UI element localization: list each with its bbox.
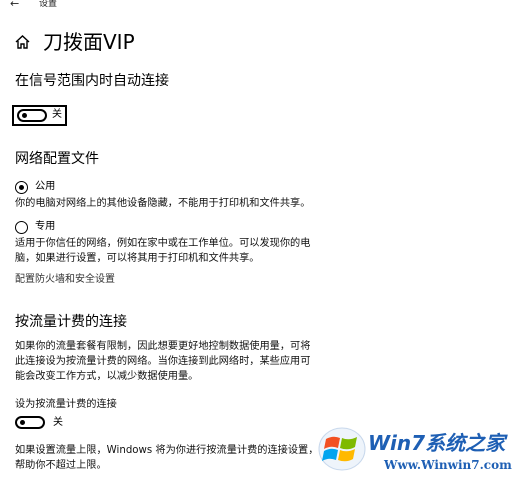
watermark-brand: Win7系统之家 xyxy=(368,431,506,455)
auto-connect-heading: 在信号范围内时自动连接 xyxy=(15,73,169,89)
private-description-line1: 适用于你信任的网络，例如在家中或在工作单位。可以发现你的电 xyxy=(15,238,311,249)
radio-public-label[interactable]: 公用 xyxy=(35,180,55,194)
watermark-url: Www.Winwin7.com xyxy=(384,458,512,472)
auto-connect-toggle[interactable] xyxy=(17,109,47,122)
metered-toggle-heading: 设为按流量计费的连接 xyxy=(15,399,117,410)
back-arrow-icon[interactable]: ← xyxy=(10,0,19,10)
radio-public-dot xyxy=(18,184,24,190)
public-description: 你的电脑对网络上的其他设备隐藏，不能用于打印机和文件共享。 xyxy=(15,198,311,209)
metered-heading: 按流量计费的连接 xyxy=(15,314,127,330)
toggle-knob xyxy=(22,113,27,118)
watermark: Win7系统之家 Www.Winwin7.com xyxy=(318,425,514,478)
windows-logo-icon xyxy=(318,427,366,471)
metered-toggle-label: 关 xyxy=(53,417,63,428)
auto-connect-toggle-focus[interactable]: 关 xyxy=(12,105,67,126)
auto-connect-toggle-label: 关 xyxy=(52,109,62,120)
radio-public[interactable] xyxy=(15,181,28,194)
home-icon[interactable] xyxy=(15,35,30,49)
page-title: 刀拨面VIP xyxy=(43,30,135,54)
metered-description-line1: 如果你的流量套餐有限制，因此想要更好地控制数据使用量，可将 xyxy=(15,341,311,352)
metered-toggle[interactable] xyxy=(15,416,45,429)
metered-description-line3: 能会改变工作方式，以减少数据使用量。 xyxy=(15,371,199,382)
limit-description-line2: 帮助你不超过上限。 xyxy=(15,460,107,471)
limit-description-line1: 如果设置流量上限，Windows 将为你进行按流量计费的连接设置， xyxy=(15,445,319,456)
toggle-knob xyxy=(20,420,25,425)
app-title: 设置 xyxy=(39,0,58,9)
title-bar: ← 设置 xyxy=(0,0,514,12)
metered-description-line2: 此连接设为按流量计费的网络。当你连接到此网络时，某些应用可 xyxy=(15,356,311,367)
radio-private[interactable] xyxy=(15,221,28,234)
network-profile-heading: 网络配置文件 xyxy=(15,151,99,167)
firewall-settings-link[interactable]: 配置防火墙和安全设置 xyxy=(15,273,115,287)
private-description-line2: 脑，如果进行设置，可以将其用于打印机和文件共享。 xyxy=(15,253,260,264)
radio-private-label[interactable]: 专用 xyxy=(35,220,55,234)
